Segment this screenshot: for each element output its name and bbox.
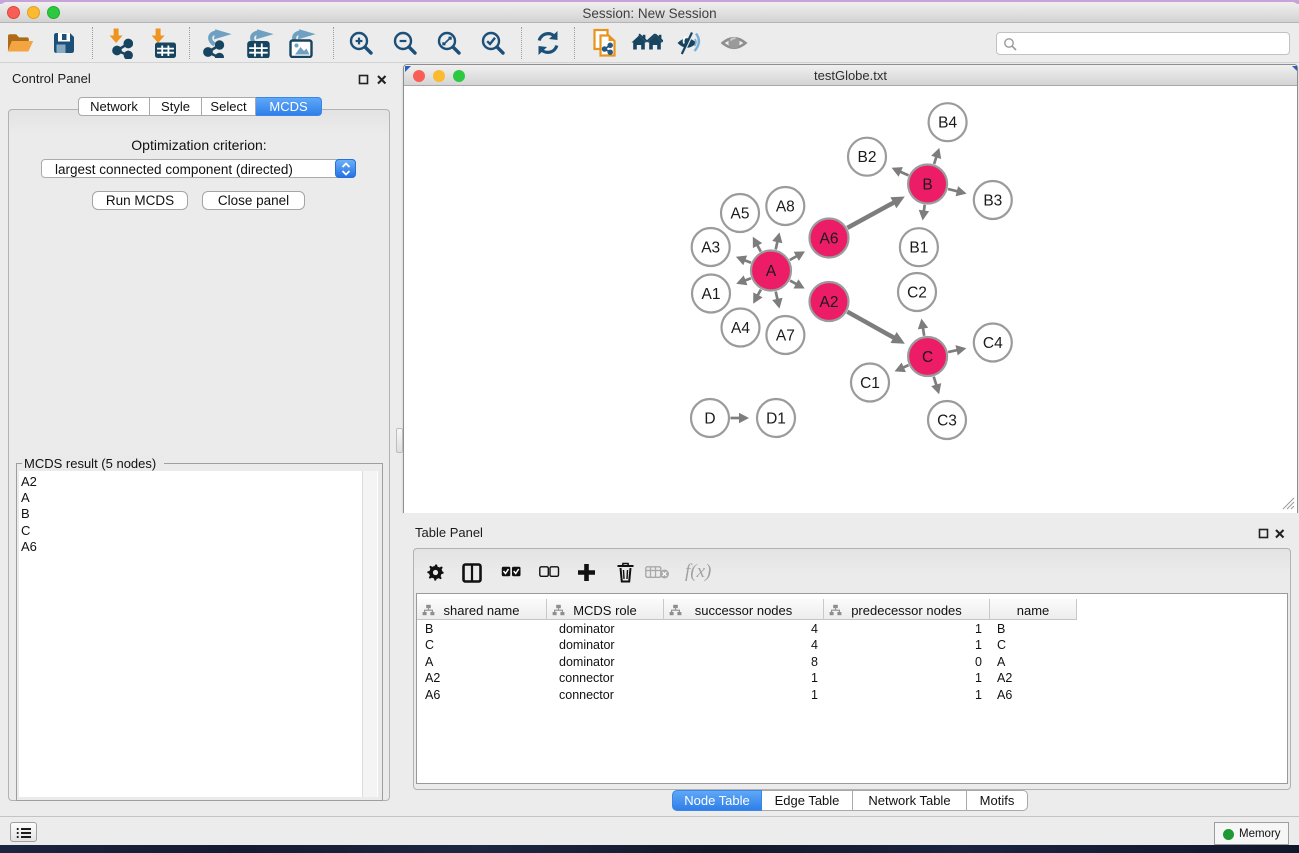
svg-text:B2: B2 xyxy=(858,149,877,166)
svg-text:C2: C2 xyxy=(907,285,927,302)
svg-text:C1: C1 xyxy=(860,375,880,392)
svg-text:A6: A6 xyxy=(820,231,839,248)
svg-text:A5: A5 xyxy=(731,206,750,223)
svg-text:B3: B3 xyxy=(983,193,1002,210)
svg-text:A1: A1 xyxy=(702,286,721,303)
svg-text:C4: C4 xyxy=(983,335,1003,352)
svg-text:A4: A4 xyxy=(731,320,750,337)
svg-text:A7: A7 xyxy=(776,328,795,345)
svg-text:A: A xyxy=(766,263,777,280)
svg-text:B: B xyxy=(922,177,932,194)
svg-text:B4: B4 xyxy=(938,115,957,132)
svg-text:A8: A8 xyxy=(776,199,795,216)
svg-text:D: D xyxy=(704,411,715,428)
svg-text:C3: C3 xyxy=(937,413,957,430)
svg-text:D1: D1 xyxy=(766,411,786,428)
svg-text:C: C xyxy=(922,349,933,366)
svg-text:A2: A2 xyxy=(820,294,839,311)
svg-text:B1: B1 xyxy=(909,240,928,257)
svg-text:A3: A3 xyxy=(701,240,720,257)
